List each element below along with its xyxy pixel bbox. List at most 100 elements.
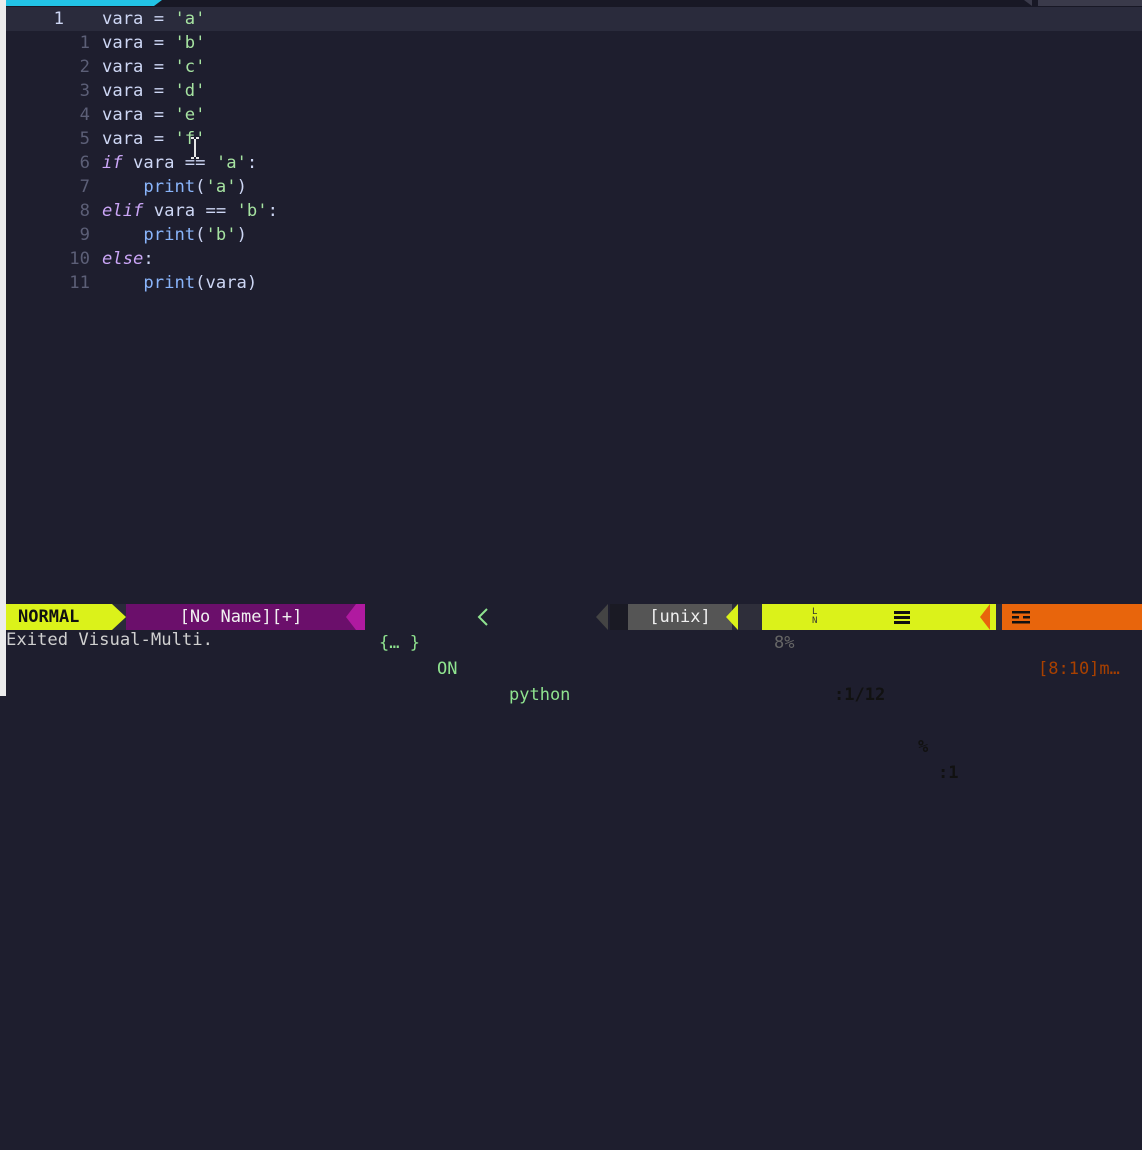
bracket-indicator: {… } — [379, 633, 420, 653]
statusline: NORMAL [No Name][+] {… } ON python [unix… — [6, 604, 1142, 783]
line-number: 3 — [79, 81, 90, 101]
code-token: 'e' — [174, 105, 206, 125]
line-number: 4 — [79, 105, 90, 125]
warning-section: [8:10]m… — [1002, 604, 1142, 679]
warning-text: [8:10]m… — [1038, 659, 1120, 679]
line-code: if vara == 'a': — [102, 151, 257, 175]
code-token: ( — [195, 225, 206, 245]
filename-label: [No Name][+] — [126, 604, 356, 630]
line-number: 10 — [69, 249, 90, 269]
code-line[interactable]: 1 vara = 'b' — [6, 31, 1142, 55]
code-token: vara = — [102, 9, 175, 29]
status-middle: {… } ON python — [365, 604, 629, 705]
toggle-indicator: ON — [437, 659, 458, 679]
line-number: 5 — [79, 129, 90, 149]
line-number: 6 — [79, 153, 90, 173]
filetype-separator — [596, 604, 608, 630]
code-token: print — [143, 177, 196, 197]
line-number: 11 — [69, 273, 90, 293]
code-token: 'b' — [236, 201, 268, 221]
line-number: 9 — [79, 225, 90, 245]
line-code: print('b') — [102, 223, 247, 247]
code-token: vara = — [102, 129, 175, 149]
code-token: : — [267, 201, 278, 221]
text-cursor-icon — [191, 137, 199, 159]
code-token: (vara) — [195, 273, 258, 293]
line-code: print('a') — [102, 175, 247, 199]
code-token: print — [143, 273, 196, 293]
line-number: 1 — [53, 9, 64, 29]
line-number-glyph: L N — [812, 607, 818, 626]
tabline-right-section — [1038, 0, 1142, 6]
line-code: print(vara) — [102, 271, 257, 295]
code-token: else — [102, 249, 144, 269]
line-number: 2 — [79, 57, 90, 77]
filename-separator — [346, 604, 356, 630]
tabline — [6, 0, 1142, 7]
code-token: ) — [236, 177, 247, 197]
code-token: : — [143, 249, 154, 269]
line-number: 8 — [79, 201, 90, 221]
trailing-whitespace-icon — [1012, 611, 1030, 624]
code-token: 'a' — [174, 9, 206, 29]
code-token: 'd' — [174, 81, 206, 101]
code-token: 'c' — [174, 57, 206, 77]
line-number: 1 — [79, 33, 90, 53]
position-section: 8% L N :1/12 % :1 — [762, 604, 996, 783]
code-token: 'a' — [215, 153, 247, 173]
code-line[interactable]: 2 vara = 'c' — [6, 55, 1142, 79]
code-line[interactable]: 6 if vara == 'a': — [6, 151, 1142, 175]
tab-active[interactable] — [6, 0, 162, 6]
line-code: vara = 'e' — [102, 103, 205, 127]
fileformat-label: [unix] — [628, 604, 732, 630]
line-code: vara = 'a' — [102, 7, 205, 31]
code-token: if — [102, 153, 123, 173]
code-token: elif — [102, 201, 144, 221]
line-code: else: — [102, 247, 154, 271]
column-glyph-icon — [894, 611, 910, 624]
position-separator — [726, 604, 738, 630]
code-line[interactable]: 5 vara = 'f' — [6, 127, 1142, 151]
percent-sign: % — [918, 737, 929, 757]
code-token: : — [246, 153, 258, 173]
code-line[interactable]: 4 vara = 'e' — [6, 103, 1142, 127]
code-token: vara = — [102, 81, 175, 101]
percent-indicator: 8% — [774, 633, 795, 653]
code-line[interactable]: 10 else: — [6, 247, 1142, 271]
filename-end-cap — [356, 604, 365, 630]
line-code: vara = 'd' — [102, 79, 205, 103]
status-dark-gap — [610, 604, 628, 630]
status-gap — [736, 604, 762, 630]
column-position: :1 — [938, 763, 959, 783]
tabline-right-separator — [1024, 0, 1032, 6]
mode-indicator: NORMAL — [6, 604, 112, 630]
code-token: vara == — [143, 201, 237, 221]
code-token: 'a' — [205, 177, 237, 197]
code-line[interactable]: 7 print('a') — [6, 175, 1142, 199]
code-token: 'b' — [205, 225, 237, 245]
code-line[interactable]: 3 vara = 'd' — [6, 79, 1142, 103]
code-token: 'b' — [174, 33, 206, 53]
code-token: vara = — [102, 33, 175, 53]
chevron-left-icon — [477, 608, 488, 626]
warning-separator — [980, 604, 990, 630]
code-token: print — [143, 225, 196, 245]
editor-buffer[interactable]: 1 vara = 'a' 1 vara = 'b' 2 vara = 'c' 3 vara =… — [6, 7, 1142, 295]
code-line[interactable]: 8 elif vara == 'b': — [6, 199, 1142, 223]
line-code: vara = 'c' — [102, 55, 205, 79]
filetype-label: python — [509, 685, 571, 705]
code-line[interactable]: 9 print('b') — [6, 223, 1142, 247]
code-token: vara = — [102, 57, 175, 77]
cursor-line[interactable]: 1 vara = 'a' — [6, 7, 1142, 31]
code-token: vara = — [102, 105, 175, 125]
code-token: ) — [236, 225, 247, 245]
code-line[interactable]: 11 print(vara) — [6, 271, 1142, 295]
mode-separator — [112, 604, 126, 630]
line-code: vara = 'b' — [102, 31, 205, 55]
command-line-message: Exited Visual-Multi. — [6, 630, 213, 650]
line-code: elif vara == 'b': — [102, 199, 278, 223]
line-number: 7 — [79, 177, 90, 197]
